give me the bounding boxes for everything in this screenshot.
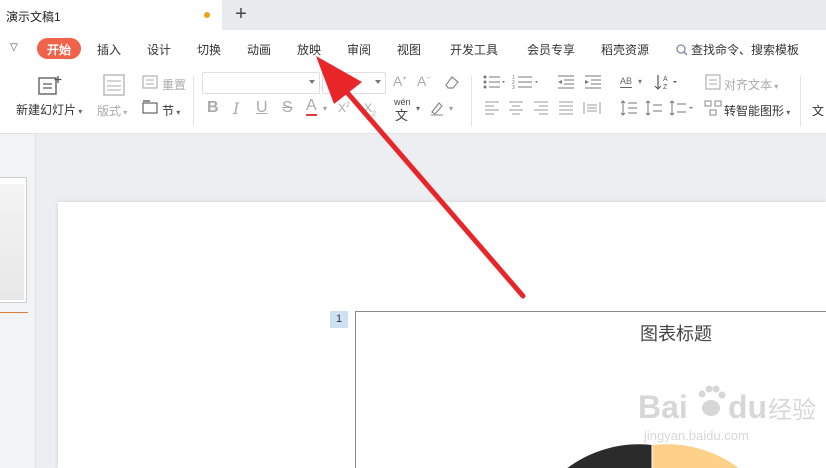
- menu-tab-slideshow[interactable]: 放映: [297, 41, 321, 58]
- menu-tab-transition[interactable]: 切换: [197, 41, 221, 58]
- justify-icon[interactable]: [558, 101, 574, 115]
- paragraph-spacing-icon[interactable]: [645, 99, 663, 117]
- smart-art-icon: [704, 100, 722, 116]
- menu-collapse-icon[interactable]: ▽: [10, 42, 18, 53]
- spacing-options-icon[interactable]: [669, 99, 695, 117]
- new-slide-icon[interactable]: [38, 74, 64, 96]
- menu-tab-docer[interactable]: 稻壳资源: [601, 41, 649, 58]
- document-tab-title: 演示文稿1: [6, 10, 61, 24]
- highlight-dropdown-icon[interactable]: ▾: [449, 104, 453, 113]
- thumbnail-insert-marker: [0, 312, 28, 313]
- smart-art-button[interactable]: 转智能图形 ▾: [724, 102, 790, 119]
- align-text-label: 对齐文本: [724, 78, 773, 92]
- bold-icon[interactable]: B: [207, 99, 219, 117]
- new-slide-button[interactable]: 新建幻灯片 ▾: [16, 101, 82, 118]
- font-color-icon[interactable]: A: [306, 98, 317, 116]
- align-left-icon[interactable]: [484, 101, 500, 115]
- slide-thumbnail[interactable]: [0, 177, 27, 303]
- decrease-indent-icon[interactable]: [557, 74, 575, 90]
- align-text-button[interactable]: 对齐文本 ▾: [724, 76, 778, 93]
- phonetic-dropdown-icon[interactable]: ▾: [416, 104, 420, 113]
- pie-slice-light: [652, 444, 739, 468]
- layout-label: 版式: [97, 104, 122, 118]
- baidu-jingyan-watermark: Bai du 经验 jingyan.baidu.com: [638, 385, 816, 443]
- chart-index-badge: 1: [330, 311, 348, 328]
- menu-tab-view[interactable]: 视图: [397, 41, 421, 58]
- section-icon: [142, 100, 158, 114]
- reset-button[interactable]: 重置: [162, 76, 186, 93]
- new-slide-label: 新建幻灯片: [16, 103, 77, 117]
- text-direction-icon[interactable]: AB: [620, 76, 633, 88]
- menu-tab-animation[interactable]: 动画: [247, 41, 271, 58]
- menu-tab-insert[interactable]: 插入: [97, 41, 121, 58]
- menu-tab-developer[interactable]: 开发工具: [450, 41, 498, 58]
- ribbon-divider: [471, 76, 472, 126]
- align-right-icon[interactable]: [533, 101, 549, 115]
- highlight-icon[interactable]: [429, 100, 445, 116]
- command-search[interactable]: 查找命令、搜索模板: [676, 41, 799, 58]
- eraser-icon[interactable]: [444, 74, 460, 90]
- menu-tab-member[interactable]: 会员专享: [527, 41, 575, 58]
- font-color-dropdown-icon[interactable]: ▾: [323, 104, 327, 113]
- section-button[interactable]: 节 ▾: [162, 102, 180, 119]
- italic-icon[interactable]: I: [233, 99, 239, 118]
- decrease-font-icon[interactable]: A−: [417, 73, 431, 89]
- underline-icon[interactable]: U: [256, 99, 268, 117]
- smart-art-label: 转智能图形: [724, 104, 785, 118]
- svg-text:3: 3: [512, 85, 515, 90]
- svg-text:jingyan.baidu.com: jingyan.baidu.com: [643, 428, 749, 443]
- pie-slice-dark: [567, 444, 652, 468]
- document-tab[interactable]: 演示文稿1: [0, 0, 222, 30]
- sort-icon[interactable]: AZ: [654, 73, 678, 91]
- menu-bar: ▽ 开始 插入 设计 切换 动画 放映 审阅 视图 开发工具 会员专享 稻壳资源…: [0, 30, 826, 68]
- svg-text:Z: Z: [663, 84, 668, 91]
- menu-tab-home[interactable]: 开始: [37, 38, 82, 59]
- superscript-icon[interactable]: X2: [338, 101, 350, 115]
- search-icon: [676, 44, 688, 56]
- align-center-icon[interactable]: [508, 101, 524, 115]
- unsaved-indicator-icon: [204, 12, 210, 18]
- svg-text:Bai: Bai: [638, 389, 688, 425]
- ribbon-divider: [193, 76, 194, 126]
- increase-font-icon[interactable]: A+: [393, 73, 407, 89]
- align-text-icon: [705, 74, 721, 90]
- svg-text:A: A: [663, 76, 668, 83]
- text-group-cut-label[interactable]: 文: [812, 102, 824, 119]
- font-size-select[interactable]: [322, 72, 386, 94]
- numbered-list-icon[interactable]: 123: [512, 74, 540, 90]
- section-label: 节: [162, 104, 175, 118]
- phonetic-char-icon: 文: [395, 108, 409, 123]
- subscript-icon[interactable]: X2: [364, 101, 376, 117]
- distribute-icon[interactable]: [583, 101, 601, 115]
- text-direction-label: AB: [620, 76, 633, 86]
- increase-indent-icon[interactable]: [584, 74, 602, 90]
- new-tab-button[interactable]: +: [231, 3, 251, 25]
- layout-button[interactable]: 版式 ▾: [97, 102, 127, 119]
- strikethrough-icon[interactable]: S: [282, 99, 293, 117]
- command-search-label: 查找命令、搜索模板: [691, 43, 800, 57]
- svg-text:经验: 经验: [768, 396, 816, 424]
- ribbon-toolbar: 新建幻灯片 ▾ 版式 ▾ 重置 节 ▾ A+ A− B I U S A ▾ X2…: [0, 68, 826, 134]
- svg-text:du: du: [728, 389, 767, 425]
- line-spacing-icon[interactable]: [620, 99, 638, 117]
- layout-icon: [103, 74, 125, 96]
- menu-tab-design[interactable]: 设计: [147, 41, 171, 58]
- ribbon-divider: [800, 76, 801, 126]
- slide-thumbnail-pane[interactable]: [0, 134, 36, 468]
- font-family-select[interactable]: [202, 72, 320, 94]
- bullet-list-icon[interactable]: [482, 74, 506, 90]
- menu-tab-review[interactable]: 审阅: [347, 41, 371, 58]
- reset-icon: [142, 75, 158, 89]
- tab-bar: 演示文稿1 +: [0, 0, 826, 30]
- text-direction-dropdown-icon[interactable]: ▾: [638, 77, 642, 86]
